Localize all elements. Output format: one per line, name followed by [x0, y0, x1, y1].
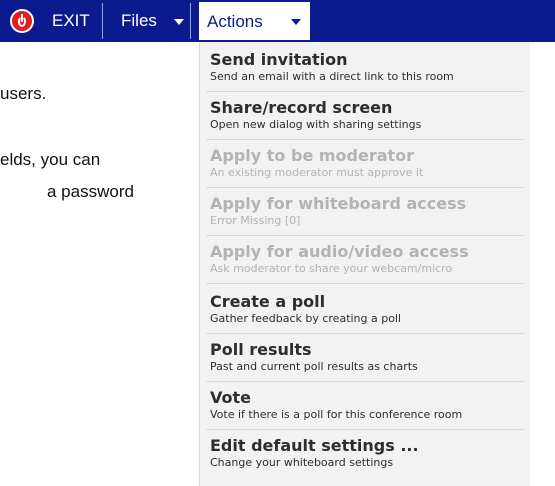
files-menu-button[interactable]: Files — [103, 0, 191, 42]
menu-item-apply-audio-video: Apply for audio/video access Ask moderat… — [200, 242, 531, 276]
menu-divider — [206, 429, 524, 430]
menu-item-description: An existing moderator must approve it — [210, 166, 424, 179]
menu-item-title: Edit default settings ... — [210, 436, 419, 455]
menu-divider — [206, 91, 524, 92]
menu-divider — [206, 333, 524, 334]
actions-menu-button[interactable]: Actions — [199, 2, 310, 40]
menu-item-title: Create a poll — [210, 292, 326, 311]
menu-item-title: Apply to be moderator — [210, 146, 415, 165]
menu-divider — [206, 283, 524, 284]
menu-item-title: Send invitation — [210, 50, 348, 69]
files-label: Files — [121, 11, 157, 30]
menu-item-description: Vote if there is a poll for this confere… — [210, 408, 463, 421]
menu-item-description: Change your whiteboard settings — [210, 456, 394, 469]
power-icon — [10, 9, 34, 33]
actions-label: Actions — [207, 12, 263, 31]
menu-item-title: Share/record screen — [210, 98, 393, 117]
menu-item-title: Vote — [210, 388, 251, 407]
menu-item-poll-results[interactable]: Poll results Past and current poll resul… — [200, 340, 531, 374]
chevron-down-icon — [174, 19, 184, 25]
menu-item-description: Open new dialog with sharing settings — [210, 118, 422, 131]
menu-item-apply-moderator: Apply to be moderator An existing modera… — [200, 146, 531, 180]
menu-item-description: Gather feedback by creating a poll — [210, 312, 402, 325]
menu-item-edit-default-settings[interactable]: Edit default settings ... Change your wh… — [200, 436, 531, 470]
menu-item-send-invitation[interactable]: Send invitation Send an email with a dir… — [200, 50, 531, 84]
menu-item-title: Apply for whiteboard access — [210, 194, 467, 213]
menu-item-title: Poll results — [210, 340, 312, 359]
menu-item-vote[interactable]: Vote Vote if there is a poll for this co… — [200, 388, 531, 422]
menu-item-apply-whiteboard-access: Apply for whiteboard access Error Missin… — [200, 194, 531, 228]
chevron-down-icon — [291, 19, 301, 25]
top-toolbar: EXIT Files Actions — [0, 0, 555, 42]
menu-divider — [206, 235, 524, 236]
exit-button[interactable]: EXIT — [0, 0, 103, 42]
menu-divider — [206, 381, 524, 382]
background-text-line: elds, you can — [0, 150, 101, 169]
background-text-line: a password — [47, 182, 134, 201]
menu-item-description: Ask moderator to share your webcam/micro — [210, 262, 453, 275]
menu-divider — [206, 139, 524, 140]
exit-label: EXIT — [52, 11, 90, 30]
menu-item-description: Send an email with a direct link to this… — [210, 70, 454, 83]
menu-item-description: Past and current poll results as charts — [210, 360, 418, 373]
menu-divider — [206, 187, 524, 188]
background-text-line: users. — [0, 84, 47, 103]
actions-dropdown-menu: Send invitation Send an email with a dir… — [199, 42, 530, 486]
menu-item-title: Apply for audio/video access — [210, 242, 469, 261]
toolbar-divider — [190, 3, 191, 39]
menu-item-share-record-screen[interactable]: Share/record screen Open new dialog with… — [200, 98, 531, 132]
menu-item-description: Error Missing [0] — [210, 214, 301, 227]
menu-item-create-poll[interactable]: Create a poll Gather feedback by creatin… — [200, 292, 531, 326]
